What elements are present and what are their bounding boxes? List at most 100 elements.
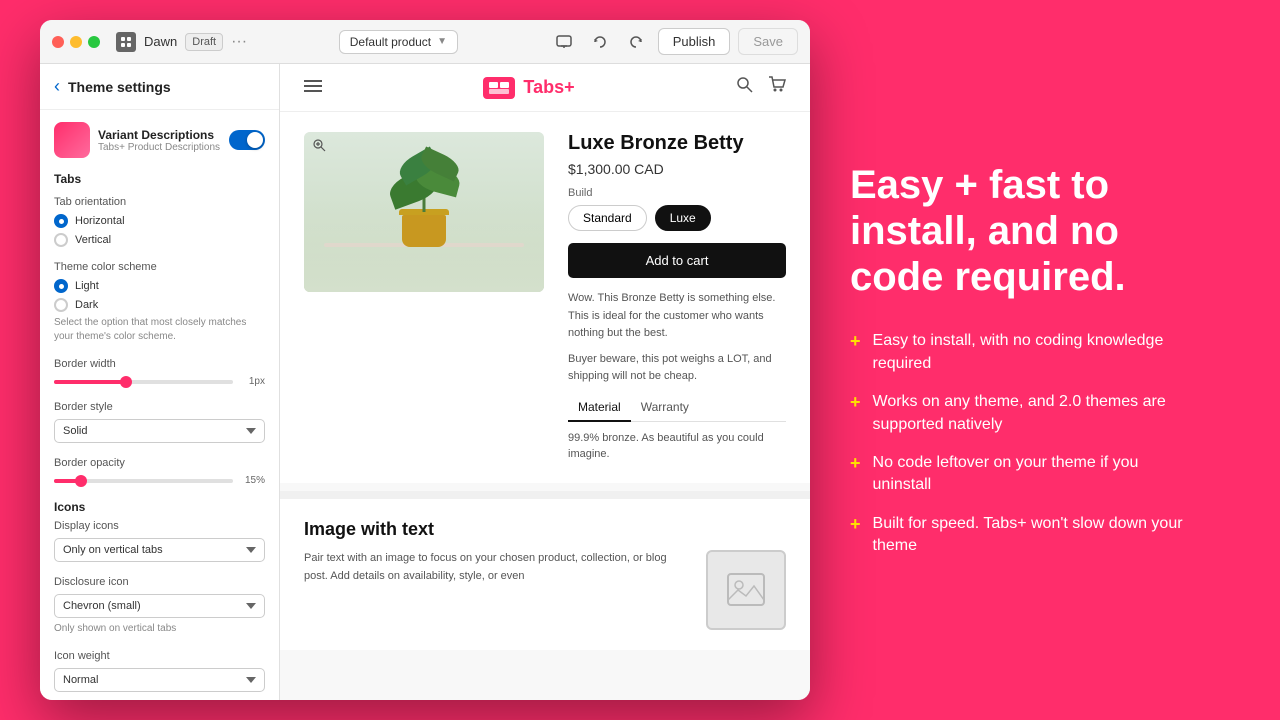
border-width-group: Border width 1px [54, 358, 265, 387]
traffic-lights [52, 36, 100, 48]
border-width-thumb[interactable] [120, 376, 132, 388]
image-text-body: Pair text with an image to focus on your… [304, 550, 686, 630]
border-opacity-group: Border opacity 15% [54, 457, 265, 486]
title-bar-center: Default product ▼ [255, 30, 542, 54]
feature-text-1: Easy to install, with no coding knowledg… [873, 330, 1200, 375]
logo-text: Tabs+ [523, 77, 574, 98]
store-logo: Tabs+ [483, 77, 574, 99]
save-button[interactable]: Save [738, 28, 798, 55]
plugin-toggle[interactable] [229, 130, 265, 150]
product-tabs: Material Warranty [568, 394, 786, 422]
plugin-icon [54, 122, 90, 158]
undo-button[interactable] [586, 28, 614, 56]
border-width-track [54, 380, 233, 384]
border-width-value: 1px [241, 376, 265, 387]
store-header: Tabs+ [280, 64, 810, 112]
title-bar-right: Publish Save [550, 28, 798, 56]
product-layout: Luxe Bronze Betty $1,300.00 CAD Build St… [304, 132, 786, 463]
warranty-tab[interactable]: Warranty [631, 394, 699, 422]
border-width-label: Border width [54, 358, 265, 370]
plus-icon-1: + [850, 331, 861, 352]
cart-icon[interactable] [768, 76, 786, 99]
store-icons [736, 76, 786, 99]
plugin-info: Variant Descriptions Tabs+ Product Descr… [98, 128, 221, 153]
theme-selector[interactable]: Default product ▼ [339, 30, 458, 54]
tab-orientation-label: Tab orientation [54, 196, 265, 208]
plus-icon-4: + [850, 514, 861, 535]
back-button[interactable]: ‹ [54, 76, 60, 97]
light-radio[interactable] [54, 279, 68, 293]
plus-icon-2: + [850, 392, 861, 413]
variant-options: Standard Luxe [568, 205, 786, 231]
icon-weight-select[interactable]: Normal Light Bold [54, 668, 265, 692]
disclosure-icon-select[interactable]: Chevron (small) Chevron (large) Plus/Min… [54, 594, 265, 618]
feature-text-3: No code leftover on your theme if you un… [873, 452, 1200, 497]
dark-radio[interactable] [54, 298, 68, 312]
logo-icon [483, 77, 515, 99]
publish-button[interactable]: Publish [658, 28, 731, 55]
vertical-radio[interactable] [54, 233, 68, 247]
feature-item-2: + Works on any theme, and 2.0 themes are… [850, 391, 1200, 436]
disclosure-icon-group: Disclosure icon Chevron (small) Chevron … [54, 576, 265, 636]
brand-label: Dawn [144, 34, 177, 49]
horizontal-radio[interactable] [54, 214, 68, 228]
feature-item-1: + Easy to install, with no coding knowle… [850, 330, 1200, 375]
title-bar: Dawn Draft ··· Default product ▼ P [40, 20, 810, 64]
color-scheme-label: Theme color scheme [54, 261, 265, 273]
display-icons-group: Display icons Only on vertical tabs Alwa… [54, 520, 265, 562]
tab-content: 99.9% bronze. As beautiful as you could … [568, 430, 786, 463]
material-tab[interactable]: Material [568, 394, 631, 422]
monitor-icon[interactable] [550, 28, 578, 56]
image-text-title: Image with text [304, 519, 786, 540]
app-icon [116, 32, 136, 52]
dark-option[interactable]: Dark [54, 298, 265, 312]
light-option[interactable]: Light [54, 279, 265, 293]
display-icons-label: Display icons [54, 520, 265, 532]
zoom-icon[interactable] [312, 138, 326, 155]
image-placeholder [706, 550, 786, 630]
tabs-section-title: Tabs [54, 172, 265, 186]
feature-item-3: + No code leftover on your theme if you … [850, 452, 1200, 497]
redo-button[interactable] [622, 28, 650, 56]
preview-area: Tabs+ [280, 64, 810, 700]
plus-icon-3: + [850, 453, 861, 474]
plugin-name: Variant Descriptions [98, 128, 221, 142]
draft-badge: Draft [185, 33, 223, 51]
plugin-sub: Tabs+ Product Descriptions [98, 142, 221, 153]
add-to-cart-button[interactable]: Add to cart [568, 243, 786, 278]
border-opacity-label: Border opacity [54, 457, 265, 469]
border-opacity-slider-row: 15% [54, 475, 265, 486]
plugin-section: Variant Descriptions Tabs+ Product Descr… [40, 110, 279, 700]
right-headline: Easy + fast to install, and no code requ… [850, 162, 1200, 300]
luxe-variant[interactable]: Luxe [655, 205, 711, 231]
feature-text-2: Works on any theme, and 2.0 themes are s… [873, 391, 1200, 436]
store-menu-icon[interactable] [304, 77, 322, 98]
product-info: Luxe Bronze Betty $1,300.00 CAD Build St… [568, 132, 786, 463]
display-icons-select[interactable]: Only on vertical tabs Always Never [54, 538, 265, 562]
horizontal-option[interactable]: Horizontal [54, 214, 265, 228]
maximize-button[interactable] [88, 36, 100, 48]
build-label: Build [568, 187, 786, 199]
more-options-button[interactable]: ··· [231, 33, 247, 51]
border-opacity-thumb[interactable] [75, 475, 87, 487]
border-opacity-track [54, 479, 233, 483]
sidebar-header: ‹ Theme settings [40, 64, 279, 110]
border-style-label: Border style [54, 401, 265, 413]
close-button[interactable] [52, 36, 64, 48]
image-text-layout: Pair text with an image to focus on your… [304, 550, 786, 630]
feature-list: + Easy to install, with no coding knowle… [850, 330, 1200, 557]
color-scheme-radio: Light Dark [54, 279, 265, 312]
feature-text-4: Built for speed. Tabs+ won't slow down y… [873, 513, 1200, 558]
border-width-slider-row: 1px [54, 376, 265, 387]
vertical-option[interactable]: Vertical [54, 233, 265, 247]
minimize-button[interactable] [70, 36, 82, 48]
placeholder-image-icon [726, 572, 766, 607]
border-style-select[interactable]: Solid Dashed Dotted None [54, 419, 265, 443]
standard-variant[interactable]: Standard [568, 205, 647, 231]
color-scheme-group: Theme color scheme Light Dark Select [54, 261, 265, 344]
sidebar-title: Theme settings [68, 79, 171, 95]
icon-weight-group: Icon weight Normal Light Bold [54, 650, 265, 692]
window-body: ‹ Theme settings Variant Descriptions Ta… [40, 64, 810, 700]
icon-weight-label: Icon weight [54, 650, 265, 662]
search-icon[interactable] [736, 76, 754, 99]
